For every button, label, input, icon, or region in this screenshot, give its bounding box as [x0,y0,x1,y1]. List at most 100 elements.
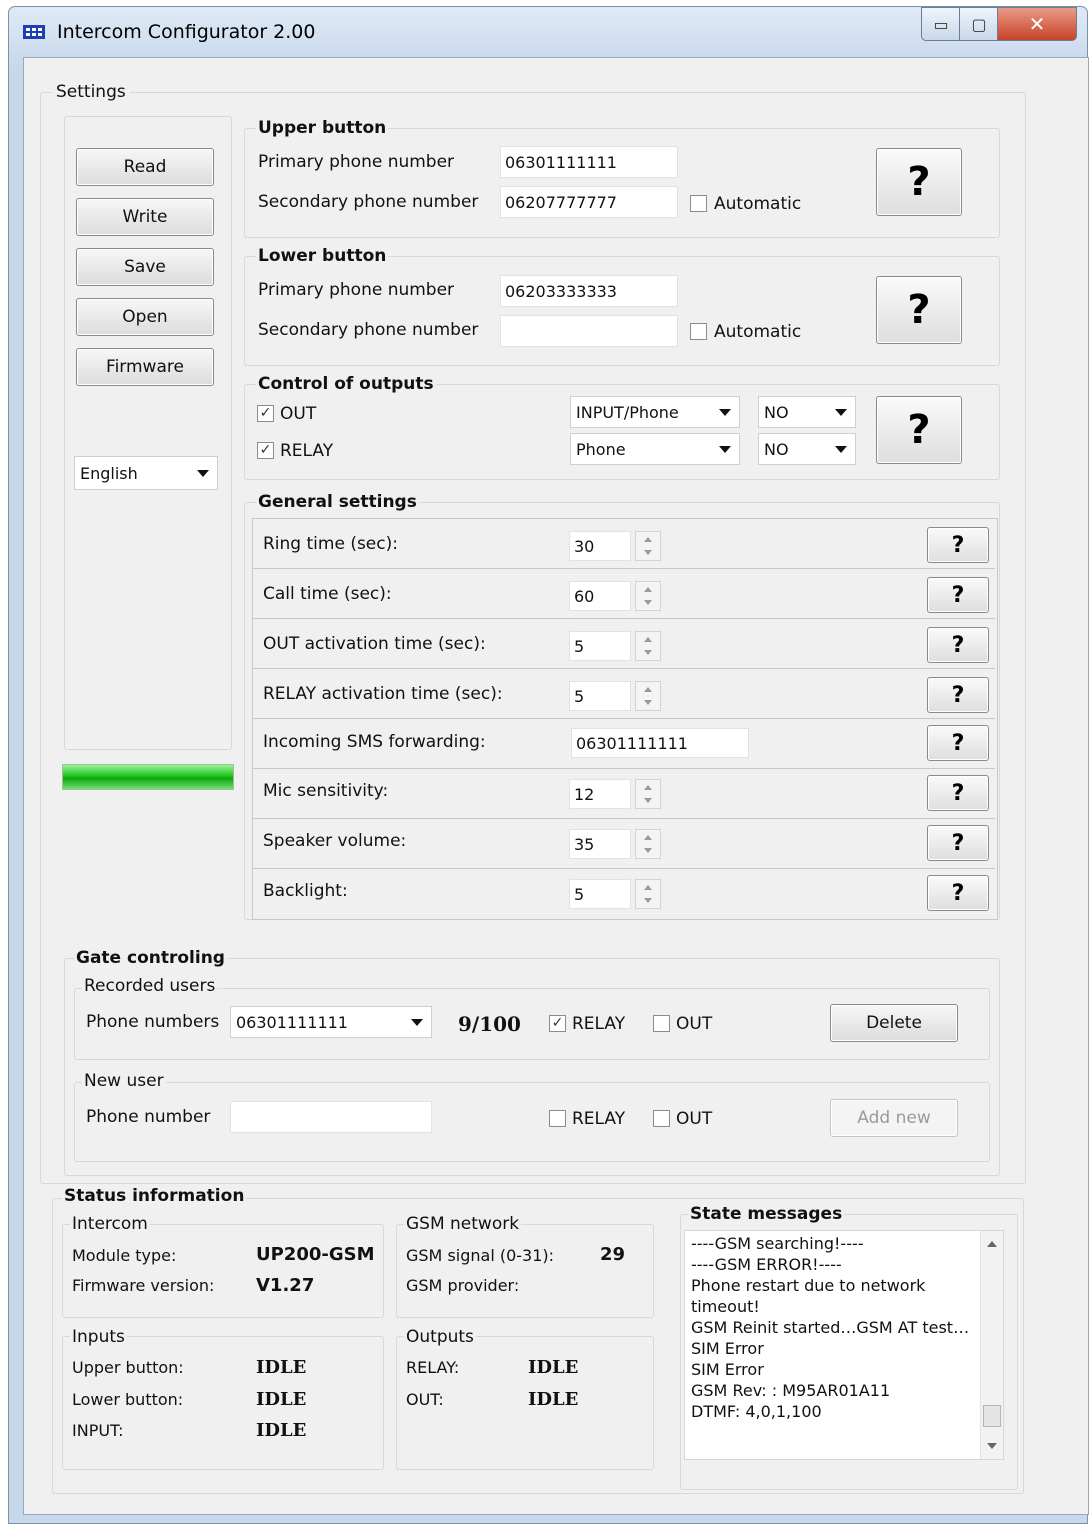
messages-list: ----GSM searching!---- ----GSM ERROR!---… [691,1233,975,1422]
message-line: SIM Error [691,1360,764,1379]
scroll-up-icon[interactable] [987,1241,997,1247]
read-button[interactable]: Read [76,148,214,186]
table-row: Call time (sec): 60 ? [253,569,995,619]
new-out-checkbox[interactable] [653,1110,670,1127]
state-messages-log[interactable]: ----GSM searching!---- ----GSM ERROR!---… [684,1230,1004,1460]
gsm-title: GSM network [404,1214,522,1234]
upper-secondary-label: Secondary phone number [258,192,479,212]
backlight-field[interactable]: 5 [569,879,631,909]
call-time-help-button[interactable]: ? [927,577,989,613]
out-checkbox[interactable]: ✓ [257,405,274,422]
intercom-title: Intercom [70,1214,150,1234]
relay-activation-help-button[interactable]: ? [927,677,989,713]
out-contact-value: NO [764,402,789,422]
phone-numbers-select[interactable]: 06301111111 [230,1006,432,1038]
ring-time-spinner[interactable] [635,531,661,561]
speaker-volume-field[interactable]: 35 [569,829,631,859]
message-line: GSM Rev: : M95AR01A11 [691,1381,891,1400]
lower-primary-field[interactable]: 06203333333 [500,275,678,307]
input-status-value: IDLE [256,1420,307,1441]
message-line: DTMF: 4,0,1,100 [691,1402,822,1421]
new-out-label: OUT [676,1109,713,1129]
title-bar[interactable]: Intercom Configurator 2.00 ▭ ▢ ✕ [9,7,1087,59]
out-mode-select[interactable]: INPUT/Phone [570,396,740,428]
relay-activation-spinner[interactable] [635,681,661,711]
table-row: Ring time (sec): 30 ? [253,519,995,569]
out-activation-spinner[interactable] [635,631,661,661]
recorded-relay-checkbox[interactable]: ✓ [549,1015,566,1032]
input-status-label: INPUT: [72,1421,124,1440]
messages-scrollbar[interactable] [980,1231,1003,1459]
relay-contact-value: NO [764,439,789,459]
upper-primary-field[interactable]: 06301111111 [500,146,678,178]
new-relay-label: RELAY [572,1109,626,1129]
lower-automatic-checkbox[interactable] [690,323,707,340]
relay-activation-label: RELAY activation time (sec): [263,684,503,704]
new-relay-checkbox[interactable] [549,1110,566,1127]
chevron-down-icon [719,446,731,453]
speaker-volume-help-button[interactable]: ? [927,825,989,861]
progress-bar [62,764,234,790]
ring-time-help-button[interactable]: ? [927,527,989,563]
relay-label: RELAY [280,441,334,461]
call-time-spinner[interactable] [635,581,661,611]
upper-automatic-checkbox[interactable] [690,195,707,212]
relay-checkbox[interactable]: ✓ [257,442,274,459]
upper-button-title: Upper button [256,118,389,138]
mic-sensitivity-spinner[interactable] [635,779,661,809]
call-time-field[interactable]: 60 [569,581,631,611]
upper-help-button[interactable]: ? [876,148,962,216]
table-row: Backlight: 5 ? [253,869,995,918]
firmware-button[interactable]: Firmware [76,348,214,386]
backlight-spinner[interactable] [635,879,661,909]
table-row: RELAY activation time (sec): 5 ? [253,669,995,719]
table-row: Speaker volume: 35 ? [253,819,995,869]
upper-primary-label: Primary phone number [258,152,455,172]
ring-time-field[interactable]: 30 [569,531,631,561]
open-button[interactable]: Open [76,298,214,336]
relay-contact-select[interactable]: NO [758,433,856,465]
help-icon: ? [951,632,965,658]
outputs-help-button[interactable]: ? [876,396,962,464]
sms-forwarding-help-button[interactable]: ? [927,725,989,761]
recorded-out-checkbox[interactable] [653,1015,670,1032]
message-line: SIM Error [691,1339,764,1358]
mic-sensitivity-help-button[interactable]: ? [927,775,989,811]
gate-title: Gate controling [74,948,227,968]
close-button[interactable]: ✕ [997,7,1077,41]
mic-sensitivity-field[interactable]: 12 [569,779,631,809]
out-status-value: IDLE [528,1389,579,1410]
message-line: ----GSM ERROR!---- [691,1255,842,1274]
out-contact-select[interactable]: NO [758,396,856,428]
gsm-signal-label: GSM signal (0-31): [406,1246,555,1265]
save-button[interactable]: Save [76,248,214,286]
backlight-help-button[interactable]: ? [927,875,989,911]
recorded-out-label: OUT [676,1014,713,1034]
user-count: 9/100 [458,1012,521,1036]
out-activation-label: OUT activation time (sec): [263,634,486,654]
relay-mode-select[interactable]: Phone [570,433,740,465]
maximize-button[interactable]: ▢ [959,7,999,41]
sms-forwarding-field[interactable]: 06301111111 [571,728,749,758]
module-type-label: Module type: [72,1246,177,1265]
write-button[interactable]: Write [76,198,214,236]
general-title: General settings [256,492,419,512]
upper-secondary-field[interactable]: 06207777777 [500,186,678,218]
scroll-thumb[interactable] [983,1405,1001,1427]
lower-help-button[interactable]: ? [876,276,962,344]
lower-automatic-label: Automatic [714,322,802,342]
relay-activation-field[interactable]: 5 [569,681,631,711]
delete-button[interactable]: Delete [830,1004,958,1042]
out-activation-field[interactable]: 5 [569,631,631,661]
lower-secondary-label: Secondary phone number [258,320,479,340]
help-icon: ? [951,780,965,806]
speaker-volume-spinner[interactable] [635,829,661,859]
scroll-down-icon[interactable] [987,1443,997,1449]
language-select[interactable]: English [74,456,218,490]
new-phone-field[interactable] [230,1101,432,1133]
minimize-button[interactable]: ▭ [921,7,961,41]
lower-secondary-field[interactable] [500,315,678,347]
add-new-button[interactable]: Add new [830,1099,958,1137]
out-activation-help-button[interactable]: ? [927,627,989,663]
close-icon: ✕ [1028,12,1046,36]
